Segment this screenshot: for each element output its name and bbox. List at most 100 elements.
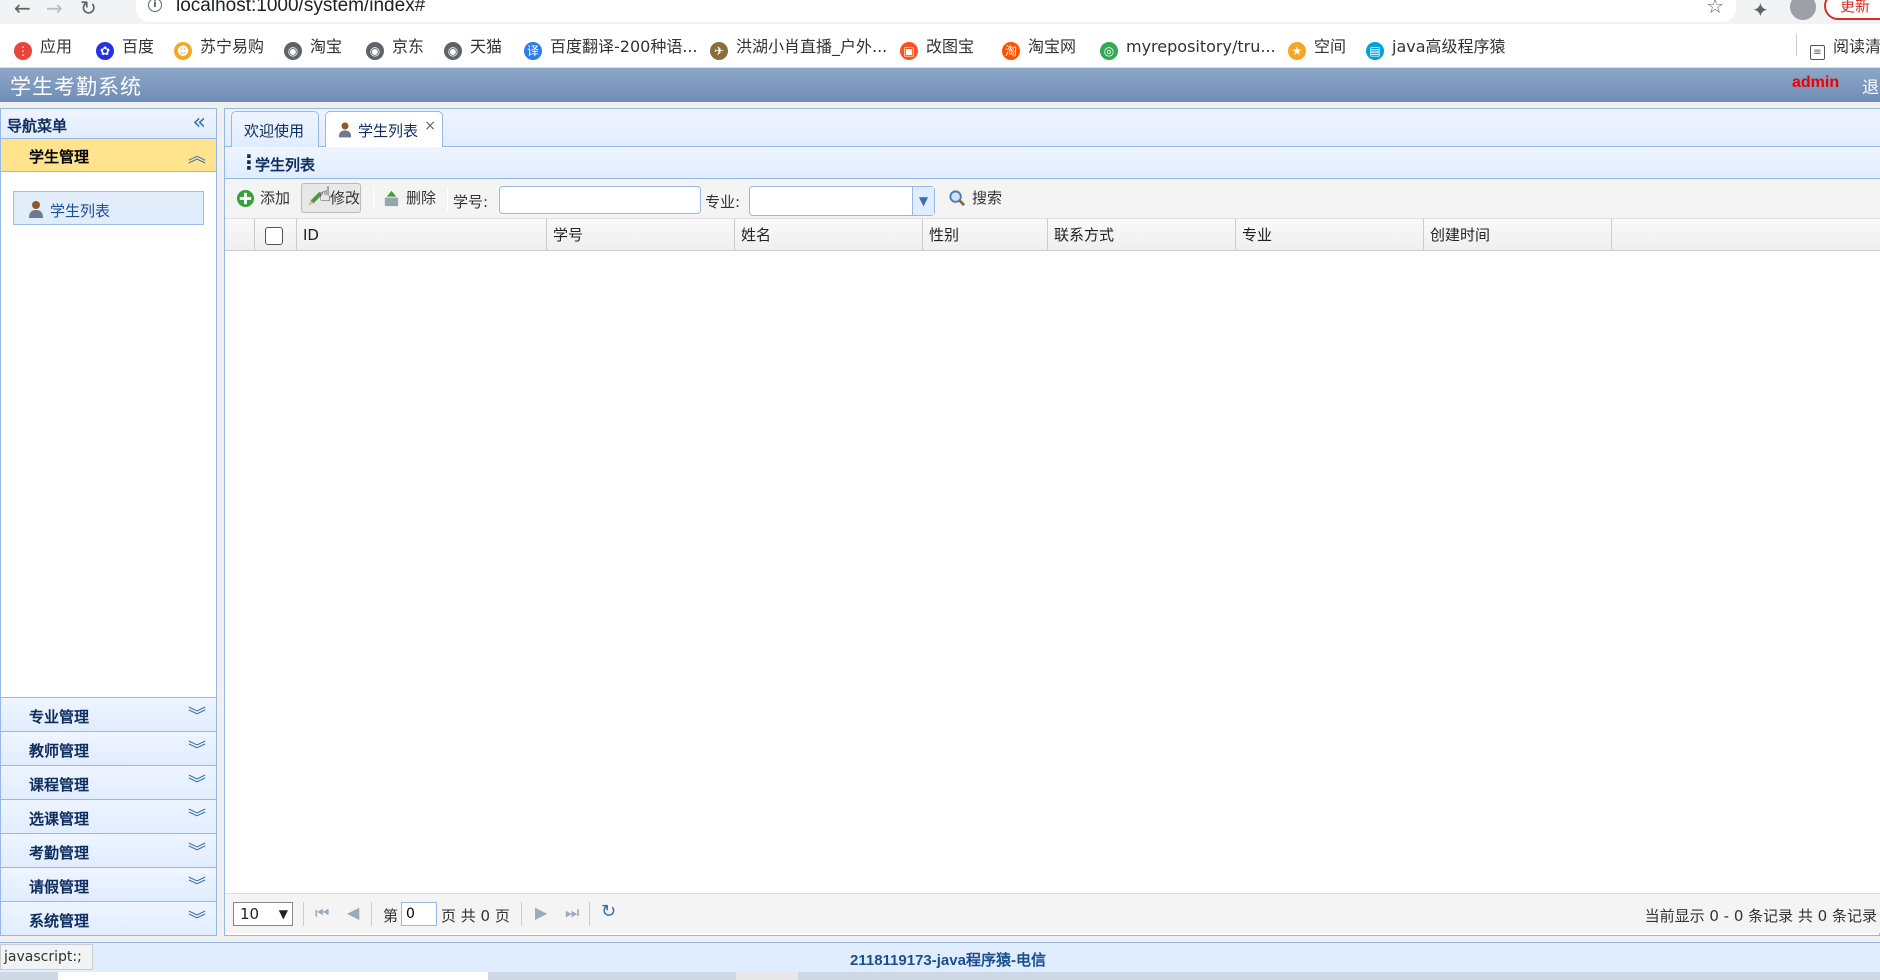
grid-pager: 10 ▼ ⏮ ◀ 第 页 共 0 页 ▶ ⏭ ↻ 当前显示 0 - 0 条记录 … [225,893,1880,933]
sidebar-group-course-selection[interactable]: 选课管理 ︾ [1,799,216,833]
bookmark-item[interactable]: ◎ myrepository/tru... [1100,36,1276,60]
bilibili-icon: ▤ [1366,42,1384,60]
bookmark-item[interactable]: ▤ java高级程序猿 [1366,36,1506,60]
column-header-student-no[interactable]: 学号 [547,219,735,251]
chevron-down-icon[interactable]: ︾ [188,804,206,830]
back-icon[interactable]: ← [14,0,31,20]
major-select[interactable]: ▼ [749,186,935,216]
chevron-down-icon[interactable]: ︾ [188,736,206,762]
add-plus-icon [236,189,255,208]
chevron-down-icon[interactable]: ▼ [912,187,934,215]
bookmark-item[interactable]: 淘淘宝网 [1002,36,1076,60]
page-size-value: 10 [240,905,260,923]
column-header-major[interactable]: 专业 [1236,219,1424,251]
column-header-contact[interactable]: 联系方式 [1048,219,1236,251]
address-bar[interactable]: i localhost:1000/system/index# ☆ [136,0,1736,22]
grid-toolbar: 添加 修改 删除 学号: 专业: ▼ 搜索 [225,179,1880,219]
chevron-down-icon[interactable]: ︾ [188,770,206,796]
page-number-input[interactable] [401,902,437,926]
taskbar-window [736,972,798,980]
search-icon [949,190,966,207]
bookmark-item[interactable]: ◉ 淘宝 [284,36,342,60]
toolbar-divider [373,187,374,211]
sidebar-group-student[interactable]: 学生管理 ︽ [1,139,216,172]
bookmark-item[interactable]: ◉ 京东 [366,36,424,60]
bookmark-label: 改图宝 [926,37,975,56]
search-label: 搜索 [972,189,1003,207]
column-header-gender[interactable]: 性别 [923,219,1048,251]
gaitubao-icon: ▣ [900,42,918,60]
column-header-name[interactable]: 姓名 [735,219,923,251]
tab-student-list[interactable]: 学生列表 × [325,111,443,148]
edit-label: 修改 [330,189,361,207]
bookmark-item[interactable]: ☻ 苏宁易购 [174,36,264,60]
bookmark-item[interactable]: ★ 空间 [1288,36,1346,60]
sidebar-group-label: 选课管理 [29,810,90,828]
search-button[interactable]: 搜索 [943,183,1003,213]
sidebar-group-attendance[interactable]: 考勤管理 ︾ [1,833,216,867]
address-url[interactable]: localhost:1000/system/index# [176,0,425,17]
reload-icon[interactable]: ↻ [80,0,97,20]
bird-icon: ✈ [710,42,728,60]
chevron-down-icon[interactable]: ︾ [188,838,206,864]
major-label: 专业: [705,193,741,211]
main-tabs-panel: 欢迎使用 学生列表 × ⋮ 学生列表 添加 修改 删除 学号: 专业: ▼ 搜索… [224,108,1880,936]
navigation-sidebar: 导航菜单 « 学生管理 ︽ 学生列表 专业管理 ︾ 教师管理 ︾ 课程管理 ︾ 选课管理 ︾ 考… [0,108,217,936]
student-no-input[interactable] [499,186,701,214]
first-page-icon[interactable]: ⏮ [315,903,329,923]
forward-icon[interactable]: → [46,0,63,20]
previous-page-icon[interactable]: ◀ [347,903,359,922]
pager-divider [521,902,522,926]
browser-toolbar: ← → ↻ i localhost:1000/system/index# ☆ ✦… [0,0,1880,24]
student-icon [29,201,43,218]
bookmark-item[interactable]: ✈ 洪湖小肖直播_户外... [710,36,887,60]
page-size-select[interactable]: 10 ▼ [233,902,293,926]
refresh-icon[interactable]: ↻ [601,901,616,922]
chevron-up-icon[interactable]: ︽ [188,142,206,168]
close-tab-icon[interactable]: × [424,118,436,134]
chevron-down-icon[interactable]: ︾ [188,872,206,898]
sidebar-group-label: 学生管理 [29,148,90,166]
last-page-icon[interactable]: ⏭ [565,903,579,923]
add-button[interactable]: 添加 [231,183,291,213]
globe-icon: ◉ [366,42,384,60]
next-page-icon[interactable]: ▶ [535,903,547,922]
sidebar-group-system[interactable]: 系统管理 ︾ [1,901,216,935]
select-all-column [255,219,297,251]
pager-divider [371,902,372,926]
logout-link[interactable]: 退 [1862,73,1879,98]
student-no-label: 学号: [453,193,489,211]
sidebar-item-student-list[interactable]: 学生列表 [13,191,204,225]
sidebar-group-major[interactable]: 专业管理 ︾ [1,697,216,731]
site-info-icon[interactable]: i [148,0,162,12]
column-header-id[interactable]: ID [297,219,547,251]
suning-lion-icon: ☻ [174,42,192,60]
bookmark-label: 百度 [122,37,155,56]
update-button[interactable]: 更新 [1824,0,1880,20]
bookmark-item[interactable]: 译百度翻译-200种语... [524,36,698,60]
globe-icon: ◉ [444,42,462,60]
select-all-checkbox[interactable] [265,227,283,245]
sidebar-group-course[interactable]: 课程管理 ︾ [1,765,216,799]
sidebar-group-label: 系统管理 [29,912,90,930]
bookmark-item[interactable]: ▣ 改图宝 [900,36,975,60]
delete-button[interactable]: 删除 [377,183,437,213]
chevron-down-icon[interactable]: ︾ [188,906,206,932]
column-header-created-time[interactable]: 创建时间 [1424,219,1612,251]
student-icon [338,122,352,138]
bookmark-item[interactable]: ✿ 百度 [96,36,155,60]
extensions-puzzle-icon[interactable]: ✦ [1752,0,1769,22]
chevron-down-icon[interactable]: ︾ [188,702,206,728]
bookmark-item[interactable]: ◉ 天猫 [444,36,503,60]
sidebar-item-label: 学生列表 [50,202,111,220]
tab-welcome[interactable]: 欢迎使用 [231,111,319,147]
profile-avatar[interactable] [1790,0,1816,20]
bookmark-item[interactable]: ⋮ 应用 [14,36,72,60]
sidebar-group-leave[interactable]: 请假管理 ︾ [1,867,216,901]
bookmark-star-icon[interactable]: ☆ [1706,0,1724,18]
bookmark-label: 天猫 [470,37,503,56]
reading-list-button[interactable]: ≡ 阅读清 [1810,36,1880,60]
sidebar-group-teacher[interactable]: 教师管理 ︾ [1,731,216,765]
collapse-sidebar-icon[interactable]: « [193,110,206,135]
pager-divider [589,902,590,926]
